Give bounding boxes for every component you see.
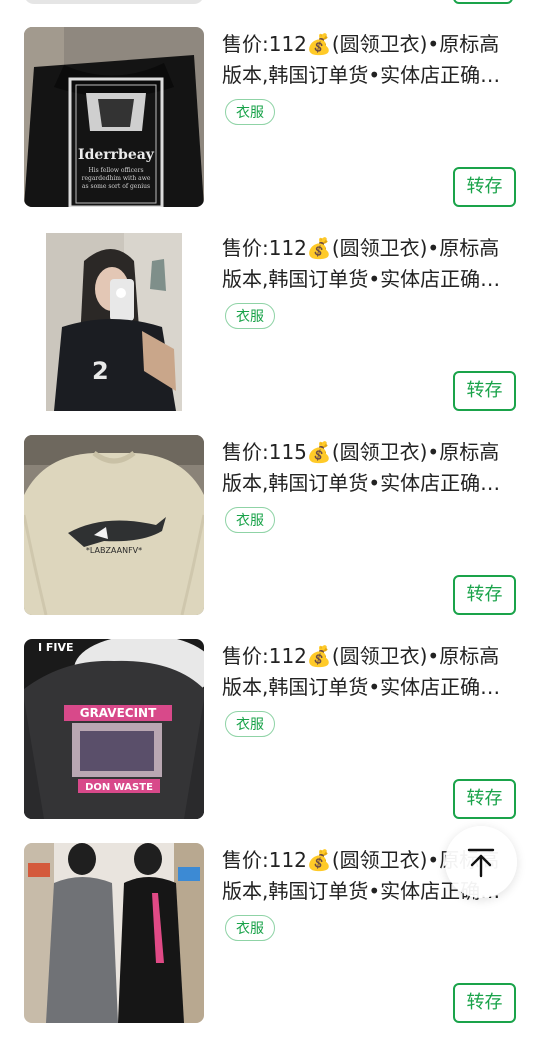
product-title[interactable]: 售价:112💰(圆领卫衣)•原标高版本,韩国订单货•实体店正确款式: [222, 29, 512, 91]
product-title[interactable]: 售价:115💰(圆领卫衣)•原标高版本,韩国订单货•实体店正确款式: [222, 437, 512, 499]
save-button[interactable]: 转存: [453, 371, 516, 411]
thumb-print-text: GRAVECINT: [80, 706, 157, 720]
product-thumbnail[interactable]: [24, 0, 204, 4]
product-thumbnail[interactable]: *LABZAANFV*: [24, 435, 204, 615]
product-title[interactable]: 售价:112💰(圆领卫衣)•原标高版本,韩国订单货•实体店正确款式: [222, 641, 512, 703]
thumb-print-text: as some sort of genius: [82, 183, 150, 190]
save-button[interactable]: 转存: [453, 167, 516, 207]
product-thumbnail[interactable]: Iderrbeay His fellow officers regardedhi…: [24, 27, 204, 207]
product-list: Iderrbeay His fellow officers regardedhi…: [0, 27, 540, 1047]
thumb-print-text: regardedhim with awe: [82, 175, 151, 182]
save-button[interactable]: [453, 0, 513, 4]
category-tag: 衣服: [225, 711, 275, 737]
thumb-print-text: 2: [92, 357, 109, 385]
previous-item-partial: [0, 0, 540, 4]
list-item[interactable]: I FIVE GRAVECINT DON WASTE 售价:112💰(圆领卫衣)…: [0, 639, 540, 843]
category-tag: 衣服: [225, 507, 275, 533]
list-item[interactable]: 2 售价:112💰(圆领卫衣)•原标高版本,韩国订单货•实体店正确款式 衣服 转…: [0, 231, 540, 435]
save-button[interactable]: 转存: [453, 779, 516, 819]
arrow-up-to-top-icon: [467, 848, 495, 878]
category-tag: 衣服: [225, 915, 275, 941]
list-item[interactable]: *LABZAANFV* 售价:115💰(圆领卫衣)•原标高版本,韩国订单货•实体…: [0, 435, 540, 639]
category-tag: 衣服: [225, 303, 275, 329]
save-button[interactable]: 转存: [453, 983, 516, 1023]
save-button[interactable]: 转存: [453, 575, 516, 615]
thumb-print-text: I FIVE: [38, 641, 74, 654]
product-title[interactable]: 售价:112💰(圆领卫衣)•原标高版本,韩国订单货•实体店正确款式: [222, 233, 512, 295]
product-thumbnail[interactable]: I FIVE GRAVECINT DON WASTE: [24, 639, 204, 819]
list-item[interactable]: Iderrbeay His fellow officers regardedhi…: [0, 27, 540, 231]
back-to-top-button[interactable]: [445, 826, 517, 898]
thumb-print-text: Iderrbeay: [78, 147, 155, 163]
product-thumbnail[interactable]: 2: [24, 231, 204, 411]
thumb-print-text: DON WASTE: [85, 782, 153, 793]
thumb-print-text: *LABZAANFV*: [86, 546, 142, 555]
product-thumbnail[interactable]: [24, 843, 204, 1023]
thumb-print-text: His fellow officers: [88, 167, 143, 174]
category-tag: 衣服: [225, 99, 275, 125]
